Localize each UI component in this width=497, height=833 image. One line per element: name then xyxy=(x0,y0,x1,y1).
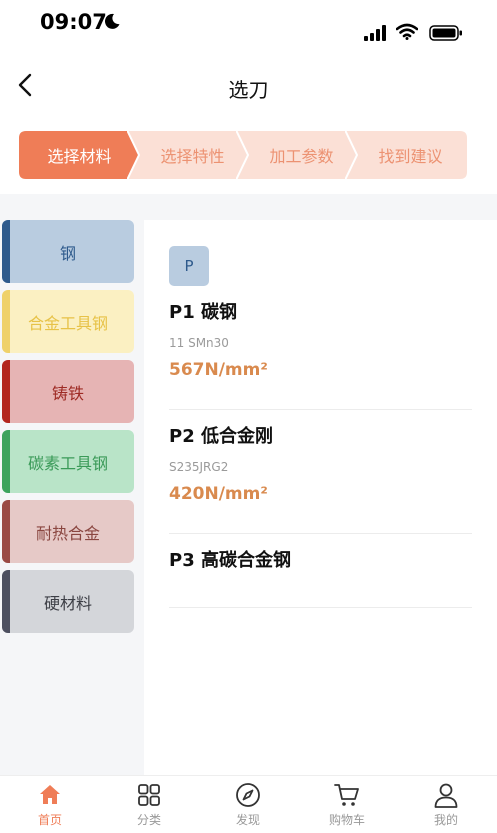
signal-icon xyxy=(364,25,386,41)
material-code: 11 SMn30 xyxy=(169,336,229,350)
category-label: 铸铁 xyxy=(51,383,84,403)
tab-label: 购物车 xyxy=(328,813,365,827)
material-strength: 567N/mm² xyxy=(169,360,268,380)
material-title: P2 低合金刚 xyxy=(169,426,273,447)
tab-label: 我的 xyxy=(433,813,458,827)
category-label: 硬材料 xyxy=(43,593,92,613)
step-4[interactable]: 找到建议 xyxy=(345,130,468,180)
cart-icon xyxy=(334,784,359,806)
step-label: 加工参数 xyxy=(269,147,334,166)
category-color-bar xyxy=(2,430,10,493)
step-indicator: 选择材料 选择特性 加工参数 找到建议 xyxy=(0,116,497,194)
category-label: 碳素工具钢 xyxy=(27,453,108,473)
material-title: P3 高碳合金钢 xyxy=(169,550,291,571)
tab-grid[interactable]: 分类 xyxy=(119,782,179,828)
category-item[interactable]: 硬材料 xyxy=(2,570,134,633)
material-code: S235JRG2 xyxy=(169,460,229,474)
grid-icon xyxy=(138,784,160,806)
category-item[interactable]: 铸铁 xyxy=(2,360,134,423)
home-icon xyxy=(40,785,60,804)
material-item[interactable]: P3 高碳合金钢 xyxy=(169,546,472,608)
category-item[interactable]: 合金工具钢 xyxy=(2,290,134,353)
tab-bar: 首页 分类 发现 购物车 我的 xyxy=(0,775,497,833)
step-3[interactable]: 加工参数 xyxy=(236,130,359,180)
status-bar: 09:07 xyxy=(0,0,497,50)
step-label: 选择特性 xyxy=(160,147,225,166)
tab-cart[interactable]: 购物车 xyxy=(317,782,377,828)
category-color-bar xyxy=(2,500,10,563)
group-badge: P xyxy=(169,246,209,286)
tab-label: 发现 xyxy=(235,813,260,827)
material-strength: 420N/mm² xyxy=(169,484,268,504)
step-1[interactable]: 选择材料 xyxy=(18,130,141,180)
category-label: 钢 xyxy=(59,243,76,263)
material-title: P1 碳钢 xyxy=(169,302,237,323)
step-label: 选择材料 xyxy=(47,147,112,166)
moon-icon xyxy=(104,13,120,29)
tab-label: 分类 xyxy=(136,813,161,827)
category-color-bar xyxy=(2,220,10,283)
category-item[interactable]: 钢 xyxy=(2,220,134,283)
wifi-icon xyxy=(396,23,418,40)
material-item[interactable]: P1 碳钢 11 SMn30 567N/mm² xyxy=(169,298,472,410)
category-color-bar xyxy=(2,360,10,423)
battery-icon xyxy=(429,25,462,41)
tab-label: 首页 xyxy=(37,813,62,827)
category-item[interactable]: 耐热合金 xyxy=(2,500,134,563)
tab-compass[interactable]: 发现 xyxy=(218,782,278,828)
nav-bar: 选刀 xyxy=(0,50,497,116)
category-label: 合金工具钢 xyxy=(27,313,108,333)
user-icon xyxy=(434,783,458,808)
category-item[interactable]: 碳素工具钢 xyxy=(2,430,134,493)
step-label: 找到建议 xyxy=(378,147,443,166)
category-label: 耐热合金 xyxy=(35,523,100,543)
category-color-bar xyxy=(2,570,10,633)
material-detail-panel: P P1 碳钢 11 SMn30 567N/mm² P2 低合金刚 S235JRG2 42… xyxy=(144,220,497,787)
status-time: 09:07 xyxy=(40,10,107,34)
screen: 09:07 选刀 选择材料 选择特性 加工参数 找到建议 钢 合金工具钢 铸铁 … xyxy=(0,0,497,833)
page-title: 选刀 xyxy=(228,78,269,102)
material-item[interactable]: P2 低合金刚 S235JRG2 420N/mm² xyxy=(169,422,472,534)
tab-user[interactable]: 我的 xyxy=(416,782,476,828)
tab-home[interactable]: 首页 xyxy=(20,782,80,828)
compass-icon xyxy=(236,783,260,807)
content-area: 钢合金工具钢铸铁碳素工具钢耐热合金硬材料 P P1 碳钢 11 SMn30 567N… xyxy=(0,208,497,787)
category-color-bar xyxy=(2,290,10,353)
step-2[interactable]: 选择特性 xyxy=(127,130,250,180)
